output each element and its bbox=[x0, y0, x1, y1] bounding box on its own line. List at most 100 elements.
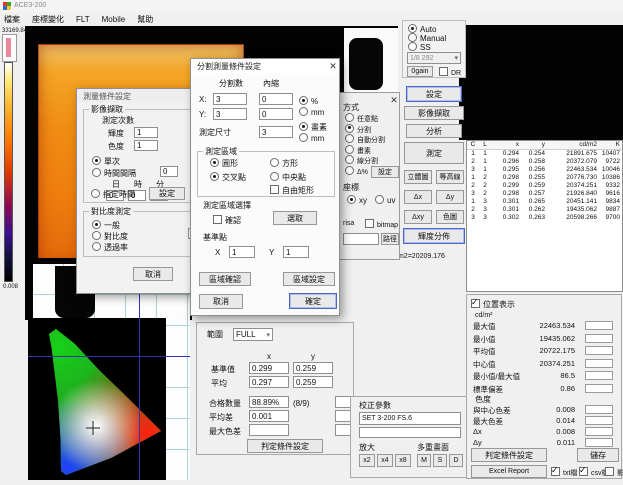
dr-checkbox[interactable]: DR bbox=[439, 67, 461, 79]
view-3d-button[interactable]: 立體圖 bbox=[404, 170, 432, 184]
multi-button-d[interactable]: D bbox=[449, 454, 463, 467]
bitmap-checkbox[interactable]: bitmap bbox=[365, 219, 398, 231]
mode-option-5[interactable]: Δ% bbox=[345, 166, 368, 178]
delta-x-button[interactable]: Δx bbox=[404, 190, 432, 204]
multi-button-s[interactable]: S bbox=[433, 454, 447, 467]
range-judge-button[interactable]: 判定條件設定 bbox=[247, 439, 323, 453]
shutter-dropdown[interactable]: 1/8 292 bbox=[407, 52, 461, 64]
excel-report-button[interactable]: Excel Report bbox=[471, 465, 547, 478]
table-cell: 20374.251 bbox=[547, 182, 599, 190]
y-inset-field[interactable]: 0 bbox=[259, 108, 293, 120]
radio-xy[interactable]: xy bbox=[347, 195, 367, 206]
cie-diagram[interactable] bbox=[28, 318, 166, 480]
calib-empty-field[interactable] bbox=[359, 427, 461, 438]
contrast-radio[interactable]: 對比度 bbox=[92, 231, 128, 242]
range-dropdown[interactable]: FULL bbox=[233, 328, 273, 341]
save-button[interactable]: 儲存 bbox=[577, 448, 619, 462]
results-table[interactable]: CLxycd/m2K 110.2940.25421891.67510407210… bbox=[466, 140, 623, 292]
contour-button[interactable]: 等高線 bbox=[436, 170, 464, 184]
menu-item-1[interactable]: 座標變化 bbox=[32, 14, 64, 25]
table-row[interactable]: 330.3020.26320598.2669700 bbox=[467, 214, 622, 222]
interval-radio[interactable]: 時間間隔 bbox=[92, 168, 136, 179]
square-radio[interactable]: 方形 bbox=[270, 158, 298, 169]
split-dialog-title-bar[interactable]: 分割測量條件設定 bbox=[191, 59, 339, 73]
luminance-dist-button[interactable]: 輝度分佈 bbox=[403, 228, 465, 244]
interval-field[interactable]: 0 bbox=[160, 166, 178, 177]
free-rect-checkbox[interactable]: 自由矩形 bbox=[270, 185, 314, 196]
dialog-title-bar[interactable]: 測量條件設定 bbox=[77, 89, 205, 103]
set-button[interactable]: 設定 bbox=[406, 86, 462, 102]
mm-radio[interactable]: mm bbox=[299, 107, 324, 118]
cross-radio[interactable]: 交叉點 bbox=[210, 172, 246, 183]
base-y-value[interactable]: 0.259 bbox=[293, 362, 333, 374]
measure-cancel-button[interactable]: 取消 bbox=[133, 267, 173, 281]
menu-item-4[interactable]: 幫助 bbox=[137, 14, 153, 25]
zoom-button-x4[interactable]: x4 bbox=[377, 454, 393, 467]
mm2-radio[interactable]: mm bbox=[299, 133, 324, 144]
base-x-field[interactable]: 1 bbox=[229, 246, 255, 258]
judge-settings-button[interactable]: 判定條件設定 bbox=[471, 448, 547, 462]
table-cell: 21891.675 bbox=[547, 150, 599, 158]
menu-item-3[interactable]: Mobile bbox=[102, 15, 126, 24]
gain-button[interactable]: 0gain bbox=[407, 66, 433, 77]
spec-time-radio[interactable]: 指定時間 bbox=[91, 189, 135, 200]
mode-set-button[interactable]: 設定 bbox=[371, 166, 399, 178]
menu-item-0[interactable]: 檔案 bbox=[4, 14, 20, 25]
avg-x-value[interactable]: 0.297 bbox=[249, 376, 289, 388]
measure-button[interactable]: 測定 bbox=[404, 142, 464, 164]
mode-option-radio-icon bbox=[345, 145, 354, 154]
colormap-button[interactable]: 色圖 bbox=[436, 210, 464, 224]
capture-button[interactable]: 影像擷取 bbox=[404, 106, 464, 120]
zoom-button-x8[interactable]: x8 bbox=[395, 454, 411, 467]
path-button[interactable]: 路徑 bbox=[381, 233, 399, 245]
spec-time-set-button[interactable]: 設定 bbox=[149, 187, 185, 200]
img-checkbox[interactable]: 影像檔 bbox=[605, 467, 623, 479]
table-row[interactable]: 320.2980.25721926.8409616 bbox=[467, 190, 622, 198]
x-div-field[interactable]: 3 bbox=[213, 93, 247, 105]
split-ok-button[interactable]: 確定 bbox=[289, 293, 337, 309]
delta-y-button[interactable]: Δy bbox=[436, 190, 464, 204]
delta-xy-button[interactable]: Δxy bbox=[404, 210, 432, 224]
center-radio[interactable]: 中央點 bbox=[270, 172, 306, 183]
table-cell: 10407 bbox=[599, 150, 622, 158]
lum-count-field[interactable]: 1 bbox=[134, 127, 158, 138]
path-field[interactable] bbox=[343, 233, 379, 245]
txt-checkbox[interactable]: txt檔 bbox=[551, 467, 577, 479]
calib-value-field[interactable]: SET 3-200 FS.6 bbox=[359, 412, 461, 425]
base-y-field[interactable]: 1 bbox=[283, 246, 309, 258]
table-row[interactable]: 130.3010.26520451.1419834 bbox=[467, 198, 622, 206]
chroma-stat-label: 與中心色差 bbox=[473, 405, 511, 416]
x-inset-field[interactable]: 0 bbox=[259, 93, 293, 105]
normal-radio[interactable]: 一般 bbox=[92, 220, 120, 231]
position-checkbox[interactable]: 位置表示 bbox=[471, 299, 515, 310]
menu-item-2[interactable]: FLT bbox=[76, 15, 90, 24]
pick-button[interactable]: 選取 bbox=[273, 211, 317, 225]
multi-button-m[interactable]: M bbox=[417, 454, 431, 467]
trans-radio[interactable]: 透過率 bbox=[92, 242, 128, 253]
confirm-checkbox[interactable]: 確認 bbox=[213, 215, 241, 226]
area-confirm-button[interactable]: 區域確認 bbox=[199, 272, 251, 286]
analyze-button[interactable]: 分析 bbox=[406, 124, 462, 138]
px-radio[interactable]: 畫素 bbox=[299, 122, 327, 133]
close-icon[interactable]: ✕ bbox=[389, 95, 399, 105]
chroma-count-field[interactable]: 1 bbox=[134, 140, 158, 151]
base-x-value[interactable]: 0.299 bbox=[249, 362, 289, 374]
y-div-field[interactable]: 3 bbox=[213, 108, 247, 120]
table-row[interactable]: 310.2950.25622463.53410046 bbox=[467, 166, 622, 174]
split-cancel-button[interactable]: 取消 bbox=[199, 294, 243, 309]
table-row[interactable]: 230.3010.26219435.0629887 bbox=[467, 206, 622, 214]
single-radio[interactable]: 單次 bbox=[92, 156, 120, 167]
avg-y-value[interactable]: 0.259 bbox=[293, 376, 333, 388]
table-row[interactable]: 110.2940.25421891.67510407 bbox=[467, 150, 622, 158]
area-set-button[interactable]: 區域設定 bbox=[283, 272, 335, 286]
table-row[interactable]: 120.2980.25520776.73010386 bbox=[467, 174, 622, 182]
split-close-icon[interactable]: ✕ bbox=[328, 61, 338, 71]
pct-radio[interactable]: % bbox=[299, 96, 318, 107]
radio-uv[interactable]: uv bbox=[375, 195, 395, 206]
secondary-image-view[interactable] bbox=[459, 25, 623, 140]
table-row[interactable]: 210.2960.25820372.0799722 bbox=[467, 158, 622, 166]
circle-radio[interactable]: 圓形 bbox=[210, 158, 238, 169]
table-row[interactable]: 220.2990.25920374.2519332 bbox=[467, 182, 622, 190]
size-field[interactable]: 3 bbox=[259, 126, 293, 138]
zoom-button-x2[interactable]: x2 bbox=[359, 454, 375, 467]
